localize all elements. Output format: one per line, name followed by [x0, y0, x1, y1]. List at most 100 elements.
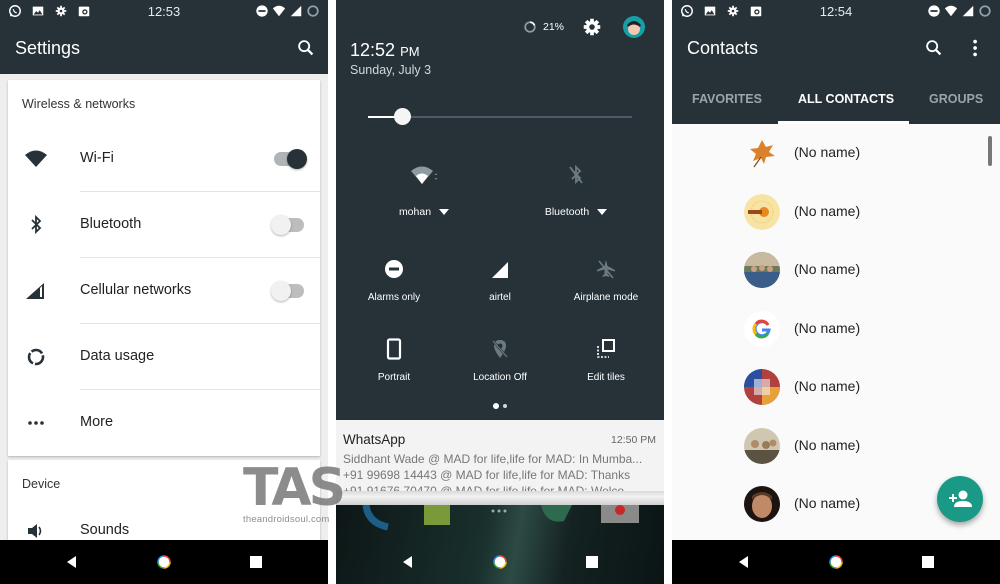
back-button[interactable]: [64, 554, 80, 570]
app-drawer-icon: [491, 509, 507, 513]
battery-icon: [524, 21, 536, 33]
cellular-toggle[interactable]: [271, 281, 304, 301]
tile-wifi[interactable]: mohan: [342, 164, 506, 220]
wireless-networks-card: Wireless & networks Wi-Fi Bluetooth Cell…: [8, 80, 320, 456]
recents-button[interactable]: [920, 554, 936, 570]
bluetooth-toggle[interactable]: [271, 215, 304, 235]
tile-portrait[interactable]: Portrait: [339, 338, 449, 383]
home-button[interactable]: [828, 554, 844, 570]
signal-icon: [962, 5, 974, 17]
tile-label: Portrait: [377, 372, 411, 383]
app-bar: Contacts: [672, 24, 1000, 74]
settings-item-label: Data usage: [80, 348, 155, 364]
contact-row[interactable]: (No name): [672, 358, 1000, 416]
quick-settings-screen: 21% 12:52 PM Sunday, July 3 mohan Blueto…: [336, 0, 664, 584]
contact-avatar: [744, 252, 780, 288]
do-not-disturb-icon: [928, 5, 940, 17]
signal-icon: [290, 5, 302, 17]
settings-item-label: Bluetooth: [80, 216, 142, 232]
app-bar: Settings: [0, 24, 328, 74]
contacts-screen: 12:54 Contacts FAVORITES ALL CONTACTS GR…: [672, 0, 1000, 584]
clock-ampm: PM: [400, 44, 420, 59]
back-button[interactable]: [400, 554, 416, 570]
contact-row[interactable]: (No name): [672, 300, 1000, 358]
contact-avatar: [744, 310, 780, 347]
contact-avatar: [744, 427, 780, 464]
bluetooth-icon: [31, 214, 42, 235]
tile-label: mohan: [398, 206, 432, 218]
contact-row[interactable]: (No name): [672, 183, 1000, 241]
tile-location-off[interactable]: Location Off: [445, 338, 555, 383]
brightness-thumb[interactable]: [394, 108, 412, 125]
tab-favorites[interactable]: FAVORITES: [692, 92, 762, 106]
section-header: Wireless & networks: [22, 97, 136, 111]
page-indicator: [493, 403, 507, 409]
settings-item-more[interactable]: More: [8, 390, 320, 456]
cellular-icon: [26, 283, 44, 299]
wifi-icon: [944, 5, 958, 17]
do-not-disturb-icon: [385, 260, 403, 278]
contact-name: (No name): [794, 261, 861, 277]
settings-item-wifi[interactable]: Wi-Fi: [8, 126, 320, 192]
home-app-icons: [362, 504, 639, 531]
recents-button[interactable]: [248, 554, 264, 570]
battery-indicator[interactable]: 21%: [523, 20, 564, 34]
home-button[interactable]: [492, 554, 508, 570]
settings-item-label: Wi-Fi: [80, 150, 114, 166]
date[interactable]: Sunday, July 3: [350, 63, 431, 77]
more-vert-icon[interactable]: [965, 37, 987, 59]
dropdown-arrow-icon[interactable]: [439, 209, 450, 215]
contact-row[interactable]: (No name): [672, 417, 1000, 475]
tile-airplane-mode[interactable]: Airplane mode: [551, 258, 661, 303]
contact-name: (No name): [794, 319, 861, 336]
add-contact-button[interactable]: [937, 476, 983, 522]
dropdown-arrow-icon[interactable]: [597, 209, 608, 215]
home-button[interactable]: [156, 554, 172, 570]
app-icon: [541, 505, 572, 522]
contact-avatar: [744, 193, 780, 230]
user-avatar[interactable]: [623, 16, 645, 38]
search-icon[interactable]: [923, 37, 945, 59]
settings-item-label: Sounds: [80, 522, 130, 538]
battery-icon: [307, 5, 319, 17]
tile-edit-tiles[interactable]: Edit tiles: [551, 338, 661, 383]
clock-time: 12:52: [350, 40, 396, 60]
tile-label: Alarms only: [367, 292, 421, 303]
whatsapp-notification[interactable]: WhatsApp 12:50 PM Siddhant Wade @ MAD fo…: [336, 420, 664, 502]
tab-all-contacts[interactable]: ALL CONTACTS: [798, 92, 894, 106]
contact-name: (No name): [794, 436, 861, 453]
tile-bluetooth[interactable]: Bluetooth: [494, 164, 658, 220]
clock[interactable]: 12:52 PM: [350, 40, 420, 61]
tile-label: airtel: [489, 292, 511, 303]
scrollbar[interactable]: [988, 136, 992, 166]
settings-gear-icon[interactable]: [581, 16, 603, 38]
page-title: Settings: [15, 38, 81, 58]
status-bar: 12:54: [672, 0, 1000, 24]
contact-row[interactable]: (No name): [672, 241, 1000, 299]
location-off-icon: [492, 340, 508, 358]
add-person-icon: [949, 490, 972, 507]
brightness-slider[interactable]: [368, 108, 632, 125]
settings-screen: 12:53 Settings Wireless & networks Wi-Fi…: [0, 0, 328, 584]
contact-name: (No name): [794, 378, 861, 394]
contact-avatar: [744, 486, 780, 522]
settings-item-label: Cellular networks: [80, 282, 192, 298]
recents-button[interactable]: [584, 554, 600, 570]
contact-row[interactable]: (No name): [672, 124, 1000, 182]
wifi-icon: [25, 150, 47, 167]
settings-item-bluetooth[interactable]: Bluetooth: [8, 192, 320, 258]
wifi-toggle[interactable]: [274, 149, 307, 169]
settings-item-data-usage[interactable]: Data usage: [8, 324, 320, 390]
settings-item-label: More: [80, 414, 114, 430]
tab-bar: FAVORITES ALL CONTACTS GROUPS: [672, 74, 1000, 124]
search-icon[interactable]: [295, 37, 317, 59]
tab-groups[interactable]: GROUPS: [929, 92, 983, 106]
back-button[interactable]: [736, 554, 752, 570]
settings-item-cellular[interactable]: Cellular networks: [8, 258, 320, 324]
panel-handle[interactable]: [336, 491, 664, 505]
tile-airtel[interactable]: airtel: [445, 258, 555, 303]
tile-label: Location Off: [473, 372, 527, 383]
bluetooth-disabled-icon: [569, 164, 583, 185]
tile-alarms-only[interactable]: Alarms only: [339, 258, 449, 303]
tile-label: Edit tiles: [587, 372, 625, 383]
